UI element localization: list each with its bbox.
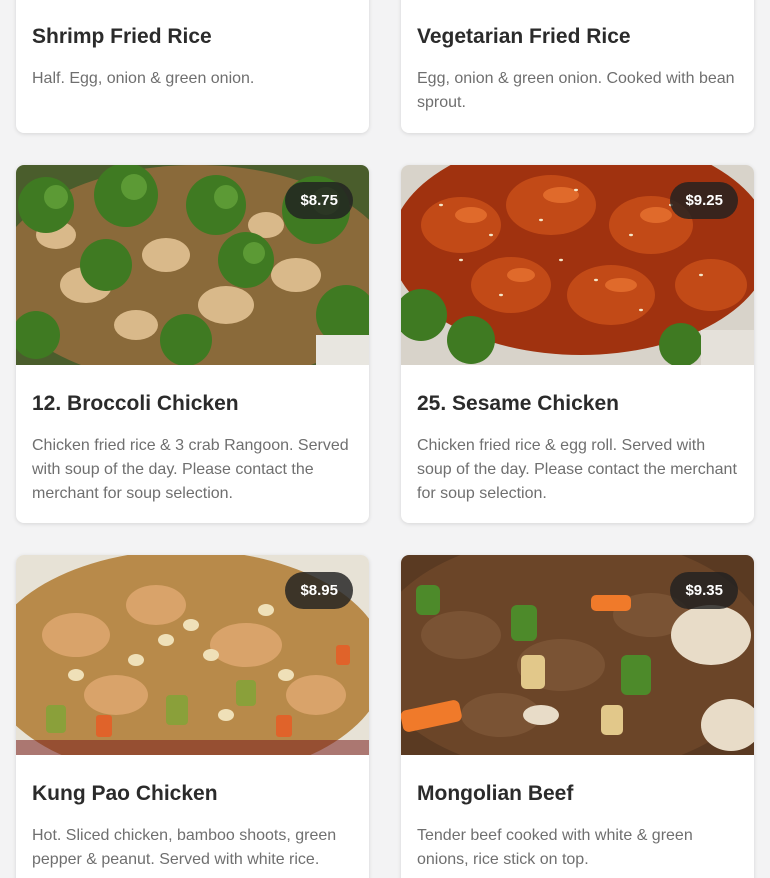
menu-item-description: Chicken fried rice & 3 crab Rangoon. Ser… bbox=[32, 437, 349, 502]
food-photo-broccoli-chicken: $8.75 bbox=[16, 165, 369, 365]
menu-item-name: Kung Pao Chicken bbox=[32, 782, 218, 805]
menu-item-name: Shrimp Fried Rice bbox=[32, 25, 212, 48]
menu-item-card-broccoli-chicken[interactable]: $8.75 12. Broccoli Chicken Chicken fried… bbox=[16, 165, 369, 523]
menu-item-name: Vegetarian Fried Rice bbox=[417, 25, 631, 48]
menu-item-description: Chicken fried rice & egg roll. Served wi… bbox=[417, 437, 737, 502]
food-photo-mongolian-beef: $9.35 bbox=[401, 555, 754, 755]
price-badge: $9.35 bbox=[670, 572, 738, 609]
food-photo-kung-pao-chicken: $8.95 bbox=[16, 555, 369, 755]
menu-item-name: Mongolian Beef bbox=[417, 782, 574, 805]
menu-item-description: Egg, onion & green onion. Cooked with be… bbox=[417, 70, 735, 111]
menu-item-card-shrimp-fried-rice[interactable]: Shrimp Fried Rice Half. Egg, onion & gre… bbox=[16, 0, 369, 133]
menu-item-card-vegetarian-fried-rice[interactable]: Vegetarian Fried Rice Egg, onion & green… bbox=[401, 0, 754, 133]
menu-item-name: 25. Sesame Chicken bbox=[417, 392, 619, 415]
food-photo-sesame-chicken: $9.25 bbox=[401, 165, 754, 365]
menu-item-description: Hot. Sliced chicken, bamboo shoots, gree… bbox=[32, 827, 337, 868]
menu-item-card-kung-pao-chicken[interactable]: $8.95 Kung Pao Chicken Hot. Sliced chick… bbox=[16, 555, 369, 878]
price-badge: $9.25 bbox=[670, 182, 738, 219]
menu-item-card-mongolian-beef[interactable]: $9.35 Mongolian Beef Tender beef cooked … bbox=[401, 555, 754, 878]
menu-item-description: Half. Egg, onion & green onion. bbox=[32, 70, 255, 87]
menu-item-description: Tender beef cooked with white & green on… bbox=[417, 827, 693, 868]
menu-item-card-sesame-chicken[interactable]: $9.25 25. Sesame Chicken Chicken fried r… bbox=[401, 165, 754, 523]
price-badge: $8.75 bbox=[285, 182, 353, 219]
price-badge: $8.95 bbox=[285, 572, 353, 609]
menu-item-name: 12. Broccoli Chicken bbox=[32, 392, 239, 415]
